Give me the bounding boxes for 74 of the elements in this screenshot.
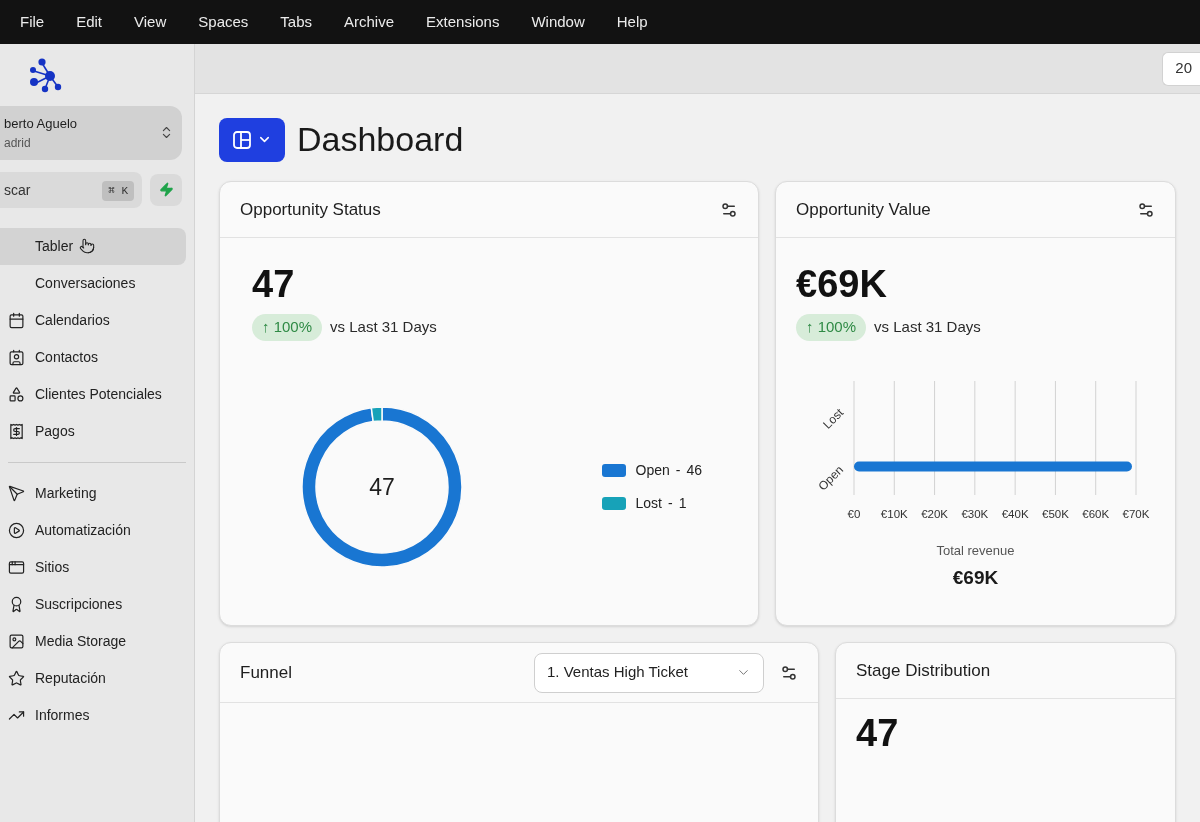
tick-label: €70K xyxy=(1122,507,1150,520)
sidebar-item[interactable]: Conversaciones xyxy=(0,264,186,302)
menu-item[interactable]: Help xyxy=(616,10,648,34)
legend-count: 46 xyxy=(686,460,702,480)
sidebar-item[interactable]: Media Storage xyxy=(0,622,186,660)
sidebar-item[interactable]: Pagos xyxy=(0,412,186,450)
trend-badge: ↑ 100% xyxy=(252,314,323,341)
tick-label: €20K xyxy=(921,507,948,520)
image-icon xyxy=(8,632,25,650)
tick-label: €30K xyxy=(961,507,989,520)
legend-count: 1 xyxy=(678,493,687,513)
tick-label: €50K xyxy=(1042,507,1069,520)
network-logo-icon xyxy=(28,57,62,93)
contact-card-icon xyxy=(8,348,25,366)
tick-label: €60K xyxy=(1082,507,1110,520)
sidebar-item[interactable]: Reputación xyxy=(0,659,186,697)
sliders-icon[interactable] xyxy=(720,200,738,219)
menu-item[interactable]: Spaces xyxy=(198,10,249,34)
card-title: Opportunity Status xyxy=(240,198,381,221)
menu-item[interactable]: View xyxy=(134,10,167,34)
card-title: Opportunity Value xyxy=(796,198,931,221)
account-switcher[interactable]: berto Aguelo adrid xyxy=(0,106,182,160)
layout-icon xyxy=(232,130,251,149)
menu-item[interactable]: Archive xyxy=(344,10,395,34)
total-value: €69K xyxy=(952,566,999,590)
menu-item[interactable]: Edit xyxy=(76,10,103,34)
lightning-icon xyxy=(158,182,174,197)
calendar-icon xyxy=(8,311,25,329)
sidebar-item[interactable]: Sitios xyxy=(0,548,186,586)
comparison-text: vs Last 31 Days xyxy=(330,317,437,337)
toolbar-chip[interactable]: 20 xyxy=(1162,51,1200,86)
stat-value: 47 xyxy=(252,262,296,306)
tick-label: €0 xyxy=(847,507,861,520)
legend-separator: - xyxy=(675,460,681,480)
lightning-button[interactable] xyxy=(150,173,182,206)
hand-cursor-icon xyxy=(79,238,96,254)
star-icon xyxy=(8,669,25,687)
donut-center-label: 47 xyxy=(369,473,395,500)
sidebar-item[interactable]: Contactos xyxy=(0,338,186,376)
sliders-icon[interactable] xyxy=(780,663,798,682)
legend-label: Lost xyxy=(635,493,662,513)
menu-item[interactable]: Tabs xyxy=(280,10,312,34)
sidebar-item[interactable]: Clientes Potenciales xyxy=(0,375,186,413)
card-title: Funnel xyxy=(240,661,292,684)
legend-separator: - xyxy=(667,493,673,513)
sidebar-item[interactable]: Marketing xyxy=(0,474,186,512)
menu-item[interactable]: File xyxy=(20,10,45,34)
shapes-icon xyxy=(8,385,25,403)
legend-label: Open xyxy=(635,460,670,480)
total-label: Total revenue xyxy=(936,541,1015,560)
comparison-text: vs Last 31 Days xyxy=(874,317,981,337)
pipeline-dropdown[interactable]: 1. Ventas High Ticket xyxy=(534,652,764,693)
paper-plane-icon xyxy=(8,484,25,502)
shortcut-hint: ⌘ K xyxy=(102,180,134,201)
category-label: Lost xyxy=(820,405,847,432)
sidebar-item[interactable]: Automatización xyxy=(0,511,186,549)
browser-window-icon xyxy=(8,558,25,576)
sliders-icon[interactable] xyxy=(1137,200,1155,219)
tick-label: €10K xyxy=(880,507,908,520)
menu-item[interactable]: Extensions xyxy=(426,10,500,34)
trend-badge: ↑ 100% xyxy=(796,314,867,341)
sidebar-item[interactable]: Calendarios xyxy=(0,301,186,339)
sidebar-item[interactable]: Tabler xyxy=(0,227,186,265)
layout-switcher-button[interactable] xyxy=(219,117,285,162)
page-title: Dashboard xyxy=(297,119,464,160)
sidebar-item[interactable]: Informes xyxy=(0,696,186,734)
tick-label: €40K xyxy=(1001,507,1029,520)
card-title: Stage Distribution xyxy=(856,659,991,682)
stat-value: 47 xyxy=(855,711,900,755)
stat-value: €69K xyxy=(796,262,888,306)
receipt-icon xyxy=(8,422,25,440)
menu-item[interactable]: Window xyxy=(531,10,585,34)
sidebar-item[interactable]: Suscripciones xyxy=(0,585,186,623)
play-circle-icon xyxy=(8,521,25,539)
